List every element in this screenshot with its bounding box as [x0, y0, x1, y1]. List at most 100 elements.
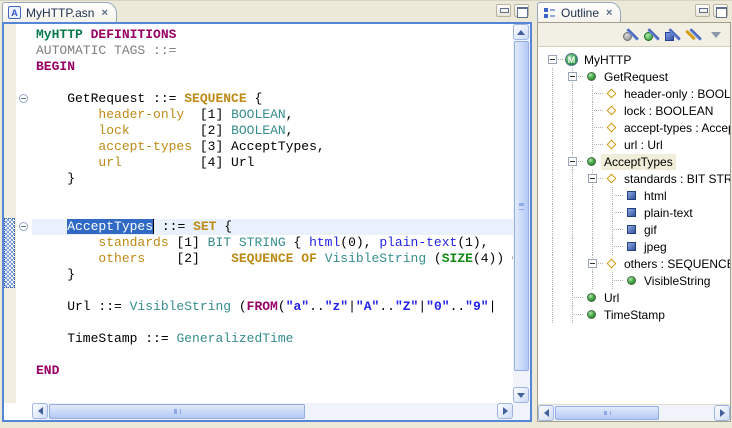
outline-tree-row[interactable]: url : Url: [538, 136, 730, 153]
tree-item-label: AcceptTypes: [601, 154, 676, 170]
code-line: MyHTTP DEFINITIONS: [32, 27, 513, 43]
editor-tab-myhttp[interactable]: A MyHTTP.asn ×: [2, 2, 117, 22]
minimize-button[interactable]: [695, 4, 710, 17]
tree-guide: [543, 119, 563, 136]
tree-guide: [543, 153, 563, 170]
tree-guide: [563, 306, 583, 323]
code-line: AUTOMATIC TAGS ::=: [32, 43, 513, 59]
outline-icon: [543, 6, 556, 19]
vertical-scroll-thumb[interactable]: [514, 41, 529, 371]
tree-guide: [563, 136, 583, 153]
editor-area: A MyHTTP.asn × MyHTTP DEFINITIONSAUTOMAT…: [2, 2, 532, 422]
tree-collapse-icon[interactable]: [568, 157, 577, 166]
filter-blue-square-button[interactable]: [663, 27, 680, 43]
horizontal-scroll-track[interactable]: [554, 405, 714, 421]
tree-collapse-icon[interactable]: [568, 72, 577, 81]
outline-tree-row[interactable]: header-only : BOOLEAN: [538, 85, 730, 102]
filter-gold-slash-button[interactable]: [684, 27, 701, 43]
outline-tree-row[interactable]: MMyHTTP: [538, 51, 730, 68]
tree-guide: [563, 102, 583, 119]
tree-guide: [583, 272, 603, 289]
tree-item-label: VisibleString: [641, 273, 713, 289]
tree-item-label: url : Url: [621, 137, 666, 153]
view-menu-icon[interactable]: [711, 32, 721, 38]
scrollbar-corner: [513, 403, 530, 420]
code-line: }: [32, 267, 513, 283]
tree-guide: [583, 204, 603, 221]
tree-item-label: GetRequest: [601, 69, 671, 85]
code-line: accept-types [3] AcceptTypes,: [32, 139, 513, 155]
tree-item-label: Url: [601, 290, 622, 306]
outline-tree-row[interactable]: TimeStamp: [538, 306, 730, 323]
fold-collapse-icon[interactable]: [19, 94, 28, 103]
tree-collapse-icon[interactable]: [588, 174, 597, 183]
outline-tree-row[interactable]: plain-text: [538, 204, 730, 221]
outline-tree-row[interactable]: jpeg: [538, 238, 730, 255]
editor-vertical-scrollbar[interactable]: [513, 24, 530, 403]
tree-guide: [543, 238, 563, 255]
vertical-scroll-track[interactable]: [513, 40, 530, 387]
tree-item-label: plain-text: [641, 205, 696, 221]
scroll-left-button[interactable]: [538, 405, 554, 421]
code-line: }: [32, 171, 513, 187]
tree-guide: [563, 85, 583, 102]
tree-item-label: jpeg: [641, 239, 670, 255]
tree-collapse-icon[interactable]: [588, 259, 597, 268]
outline-tree-row[interactable]: VisibleString: [538, 272, 730, 289]
scroll-left-button[interactable]: [32, 403, 48, 419]
outline-tree-row[interactable]: GetRequest: [538, 68, 730, 85]
range-indicator: [4, 218, 15, 288]
tree-guide: [543, 255, 563, 272]
outline-tab-folder: Outline ×: [537, 2, 731, 22]
scroll-right-button[interactable]: [714, 405, 730, 421]
tree-guide: [543, 204, 563, 221]
tree-guide: [583, 119, 603, 136]
filter-gray-circle-button[interactable]: [621, 27, 638, 43]
maximize-button[interactable]: [514, 4, 529, 17]
outline-tree-row[interactable]: standards : BIT STRING: [538, 170, 730, 187]
outline-tab-label: Outline: [561, 6, 599, 20]
field-icon: [607, 89, 617, 99]
code-text-area[interactable]: MyHTTP DEFINITIONSAUTOMATIC TAGS ::=BEGI…: [32, 24, 513, 403]
outline-tree-row[interactable]: html: [538, 187, 730, 204]
outline-tab[interactable]: Outline ×: [537, 2, 621, 22]
horizontal-scroll-track[interactable]: [48, 403, 497, 420]
tree-item-label: gif: [641, 222, 660, 238]
outline-content: MMyHTTPGetRequestheader-only : BOOLEANlo…: [537, 22, 731, 422]
editor-content: MyHTTP DEFINITIONSAUTOMATIC TAGS ::=BEGI…: [2, 22, 532, 422]
filter-green-circle-button[interactable]: [642, 27, 659, 43]
arrow-right-icon: [503, 407, 508, 415]
minimize-button[interactable]: [496, 4, 511, 17]
tree-item-label: others : SEQUENCE: [621, 256, 730, 272]
tree-item-label: TimeStamp: [601, 307, 668, 323]
close-icon[interactable]: ×: [606, 7, 612, 19]
outline-tree-row[interactable]: lock : BOOLEAN: [538, 102, 730, 119]
tree-collapse-icon[interactable]: [548, 55, 557, 64]
scroll-up-button[interactable]: [513, 24, 529, 40]
tree-guide: [563, 68, 583, 85]
fold-collapse-icon[interactable]: [19, 222, 28, 231]
bit-icon: [627, 225, 636, 234]
outline-tree-row[interactable]: others : SEQUENCE: [538, 255, 730, 272]
outline-tree-row[interactable]: Url: [538, 289, 730, 306]
tree-guide: [563, 204, 583, 221]
outline-tree: MMyHTTPGetRequestheader-only : BOOLEANlo…: [538, 47, 730, 404]
scroll-right-button[interactable]: [497, 403, 513, 419]
horizontal-scroll-thumb[interactable]: [49, 404, 305, 419]
close-icon[interactable]: ×: [101, 7, 107, 19]
horizontal-scroll-thumb[interactable]: [555, 406, 659, 420]
tree-guide: [543, 221, 563, 238]
outline-horizontal-scrollbar[interactable]: [538, 404, 730, 421]
tree-guide: [603, 187, 623, 204]
tree-guide: [563, 187, 583, 204]
tree-guide: [603, 238, 623, 255]
code-line: header-only [1] BOOLEAN,: [32, 107, 513, 123]
code-line: url [4] Url: [32, 155, 513, 171]
outline-tree-row[interactable]: gif: [538, 221, 730, 238]
tree-guide: [563, 238, 583, 255]
outline-tree-row[interactable]: AcceptTypes: [538, 153, 730, 170]
field-icon: [607, 106, 617, 116]
outline-tree-row[interactable]: accept-types : AcceptTypes: [538, 119, 730, 136]
scroll-down-button[interactable]: [513, 387, 529, 403]
maximize-button[interactable]: [713, 4, 728, 17]
